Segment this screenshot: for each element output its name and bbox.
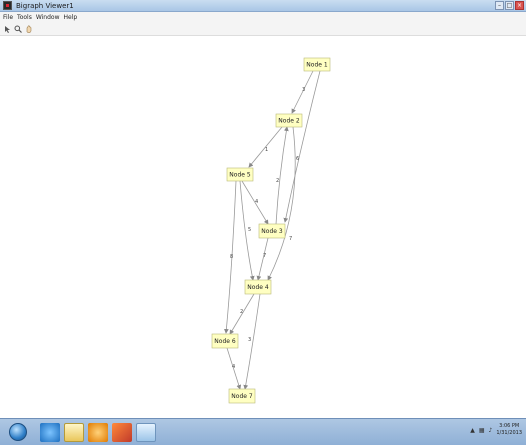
graph-canvas[interactable]: 3 1 6 2 4 5 7 7 8 2 3 4 Node 1 Node 2 No…	[0, 0, 526, 418]
graph-node[interactable]: Node 7	[228, 388, 256, 404]
media-player-icon[interactable]	[88, 423, 108, 442]
edge-node2-node4	[267, 126, 296, 281]
graph-viewer-window: Bigraph Viewer1 – □ × File Tools Window …	[0, 0, 526, 418]
node-label: Node 4	[247, 284, 269, 291]
edge-label: 7	[289, 236, 292, 242]
matlab-icon[interactable]	[112, 423, 132, 442]
paint-icon[interactable]	[136, 423, 156, 442]
volume-icon[interactable]: ♪	[489, 427, 493, 434]
edge-label: 7	[263, 253, 266, 259]
node-label: Node 5	[229, 172, 251, 179]
edge-label: 4	[255, 199, 258, 205]
clock[interactable]: 3:06 PM 1/31/2013	[496, 423, 522, 437]
node-label: Node 6	[214, 338, 236, 345]
edge-node3-node2	[275, 126, 289, 225]
graph-node[interactable]: Node 4	[244, 279, 272, 295]
graph-node[interactable]: Node 2	[275, 113, 303, 128]
edge-label: 4	[232, 364, 235, 370]
tray-arrow-icon[interactable]: ▲	[470, 427, 475, 434]
graph-node[interactable]: Node 5	[226, 167, 254, 182]
internet-explorer-icon[interactable]	[40, 423, 60, 442]
file-folder-icon[interactable]	[64, 423, 84, 442]
edge-label: 6	[296, 156, 299, 162]
graph-node[interactable]: Node 3	[258, 223, 286, 239]
edge-label: 2	[240, 309, 243, 315]
node-label: Node 7	[231, 393, 253, 400]
node-label: Node 3	[261, 228, 283, 235]
edge-label: 5	[248, 227, 251, 233]
node-label: Node 2	[278, 118, 300, 125]
system-tray: ▲ ▦ ♪ 3:06 PM 1/31/2013	[470, 423, 522, 437]
edge-label: 8	[230, 254, 233, 260]
edge-label: 1	[265, 147, 268, 153]
clock-date: 1/31/2013	[496, 430, 522, 436]
network-icon[interactable]: ▦	[479, 427, 485, 434]
edge-label: 3	[248, 337, 251, 343]
edge-node3-node4	[256, 237, 269, 281]
edge-label: 2	[276, 178, 279, 184]
taskbar: ▲ ▦ ♪ 3:06 PM 1/31/2013	[0, 418, 526, 445]
edge-label: 3	[302, 87, 305, 93]
node-label: Node 1	[306, 62, 328, 69]
clock-time: 3:06 PM	[499, 423, 520, 429]
graph-node[interactable]: Node 6	[211, 333, 239, 349]
windows-start-icon[interactable]	[9, 423, 27, 441]
edge-node1-node3	[283, 70, 321, 223]
graph-node[interactable]: Node 1	[303, 57, 331, 72]
